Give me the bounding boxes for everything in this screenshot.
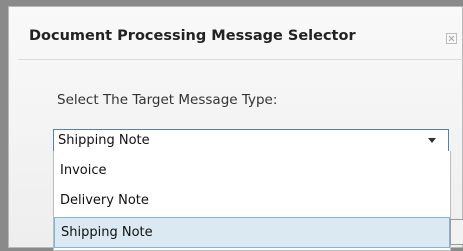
option-shipping-note[interactable]: Shipping Note [54,217,450,248]
message-type-select[interactable]: Shipping Note [53,129,449,152]
option-delivery-note[interactable]: Delivery Note [54,185,450,216]
message-type-label: Select The Target Message Type: [57,92,278,108]
partially-hidden-button[interactable] [450,219,463,245]
chevron-down-icon[interactable] [428,138,436,143]
title-divider [18,59,463,60]
option-invoice[interactable]: Invoice [54,155,450,186]
select-current-value: Shipping Note [58,133,150,148]
message-type-dropdown-list: Invoice Delivery Note Shipping Note [53,151,451,251]
message-selector-dialog: Document Processing Message Selector Sel… [8,6,463,251]
close-icon[interactable] [446,33,457,44]
dialog-title: Document Processing Message Selector [29,28,356,44]
